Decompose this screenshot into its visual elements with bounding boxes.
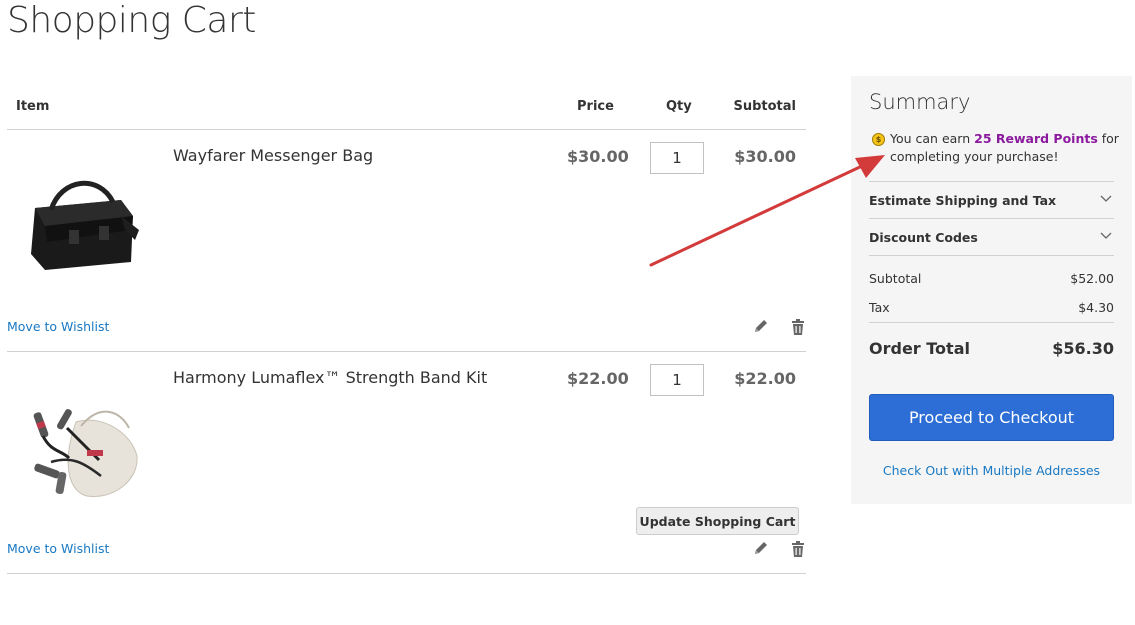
table-row: Harmony Lumaflex™ Strength Band Kit $22.… [7, 352, 806, 574]
move-to-wishlist-link[interactable]: Move to Wishlist [7, 319, 109, 334]
product-name[interactable]: Wayfarer Messenger Bag [173, 146, 373, 165]
quantity-input[interactable]: 1 [650, 364, 704, 396]
discount-codes-label: Discount Codes [869, 230, 978, 245]
estimate-shipping-toggle[interactable]: Estimate Shipping and Tax [869, 181, 1114, 218]
coin-icon: $ [872, 133, 885, 146]
header-price: Price [577, 99, 614, 114]
product-price: $30.00 [567, 147, 629, 166]
discount-codes-toggle[interactable]: Discount Codes [869, 218, 1114, 255]
reward-points: 25 Reward Points [974, 131, 1098, 146]
strength-band-kit-image[interactable] [21, 392, 141, 502]
cart-table-header: Item Price Qty Subtotal [7, 85, 806, 130]
messenger-bag-image[interactable] [21, 170, 141, 280]
move-to-wishlist-link[interactable]: Move to Wishlist [7, 541, 109, 556]
tax-label: Tax [869, 300, 890, 315]
totals-table: Subtotal $52.00 Tax $4.30 [869, 255, 1114, 315]
chevron-down-icon [1100, 195, 1112, 202]
chevron-down-icon [1100, 232, 1112, 239]
reward-prefix: You can earn [890, 131, 975, 146]
update-cart-button[interactable]: Update Shopping Cart [636, 507, 799, 535]
summary-panel: Summary $ You can earn 25 Reward Points … [851, 76, 1132, 504]
subtotal-label: Subtotal [869, 271, 922, 286]
product-name[interactable]: Harmony Lumaflex™ Strength Band Kit [173, 368, 487, 387]
product-subtotal: $30.00 [734, 147, 796, 166]
order-total-label: Order Total [869, 339, 970, 358]
trash-icon[interactable] [789, 540, 807, 558]
header-item: Item [16, 99, 50, 114]
tax-row: Tax $4.30 [869, 285, 1114, 315]
page-title: Shopping Cart [7, 0, 256, 41]
header-qty: Qty [666, 99, 692, 114]
reward-message: $ You can earn 25 Reward Points for comp… [869, 130, 1119, 166]
order-total-row: Order Total $56.30 [869, 322, 1114, 362]
subtotal-row: Subtotal $52.00 [869, 256, 1114, 286]
proceed-to-checkout-button[interactable]: Proceed to Checkout [869, 394, 1114, 441]
product-price: $22.00 [567, 369, 629, 388]
pencil-icon[interactable] [752, 540, 770, 558]
header-subtotal: Subtotal [733, 99, 796, 114]
summary-title: Summary [869, 90, 971, 114]
product-subtotal: $22.00 [734, 369, 796, 388]
multiple-addresses-link[interactable]: Check Out with Multiple Addresses [851, 463, 1132, 478]
subtotal-value: $52.00 [1070, 271, 1114, 286]
cart-table: Item Price Qty Subtotal Wayfarer Messeng… [7, 85, 806, 574]
order-total-value: $56.30 [1052, 339, 1114, 358]
quantity-input[interactable]: 1 [650, 142, 704, 174]
pencil-icon[interactable] [752, 318, 770, 336]
tax-value: $4.30 [1078, 300, 1114, 315]
estimate-shipping-label: Estimate Shipping and Tax [869, 193, 1057, 208]
table-row: Wayfarer Messenger Bag $30.00 1 $30.00 M… [7, 130, 806, 352]
trash-icon[interactable] [789, 318, 807, 336]
